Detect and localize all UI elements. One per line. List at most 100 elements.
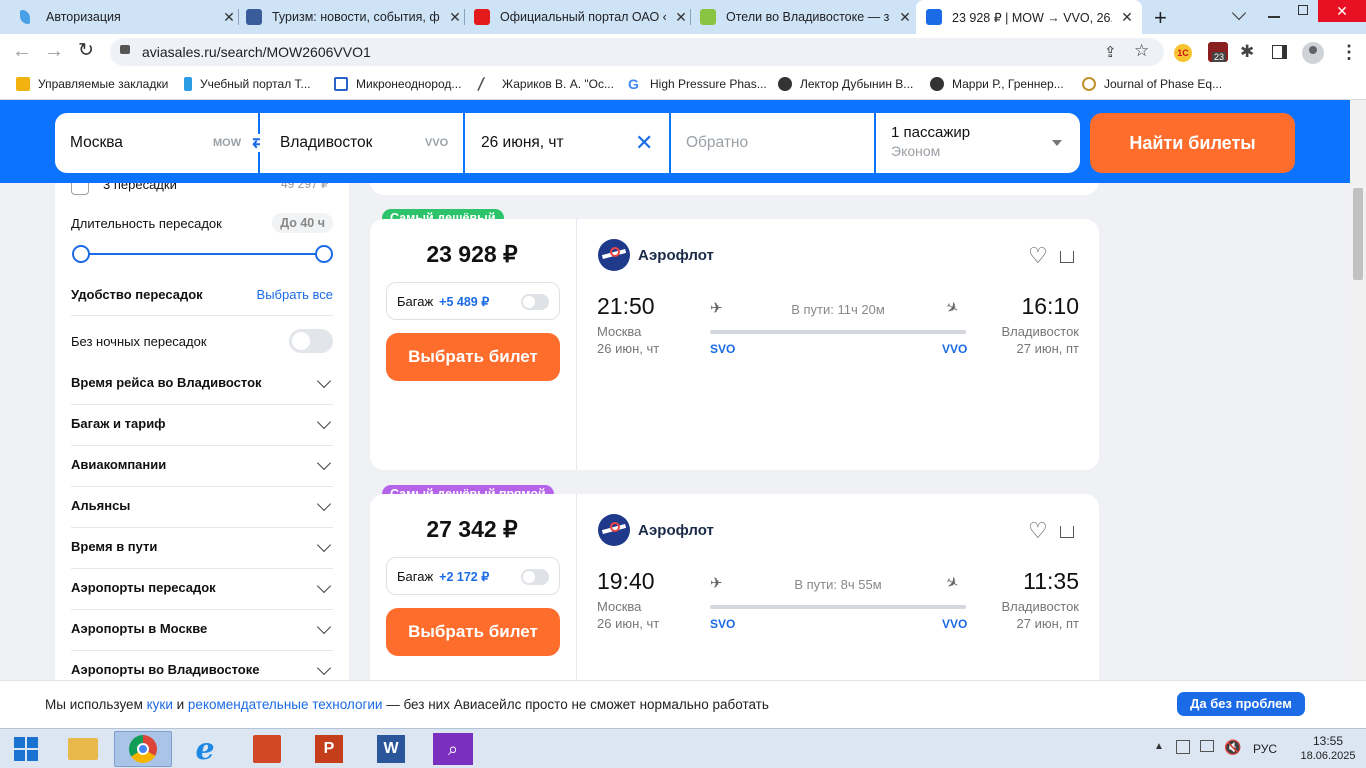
departure-date: 26 июн, чт xyxy=(597,341,660,356)
share-icon[interactable] xyxy=(1060,251,1074,263)
scrollbar-thumb[interactable] xyxy=(1353,188,1363,280)
transfer-comfort-header: Удобство пересадок Выбрать все xyxy=(71,287,333,302)
taskbar-internet-explorer[interactable]: e xyxy=(176,731,234,767)
share-icon[interactable] xyxy=(1060,526,1074,538)
favorite-heart-icon[interactable]: ♡ xyxy=(1028,518,1048,544)
tab-tourism-news[interactable]: Туризм: новости, события, фа ✕ xyxy=(246,0,464,34)
duration-value-badge: До 40 ч xyxy=(272,213,333,233)
address-bar[interactable]: aviasales.ru/search/MOW2606VVO1 ⇪ ☆ xyxy=(110,38,1164,66)
filter-section-airlines[interactable]: Авиакомпании xyxy=(71,455,333,472)
tray-expand-icon[interactable]: ▲ xyxy=(1154,741,1164,752)
tab-search-chevron-icon[interactable] xyxy=(1231,5,1247,21)
powerpoint-icon: P xyxy=(315,735,343,763)
taskbar-chrome[interactable] xyxy=(114,731,172,767)
select-all-link[interactable]: Выбрать все xyxy=(257,287,333,302)
passengers-field[interactable]: 1 пассажир Эконом xyxy=(876,113,1080,173)
tab-favicon-icon xyxy=(474,9,490,25)
departure-date-field[interactable]: 26 июня, чт ✕ xyxy=(465,113,669,173)
start-button[interactable] xyxy=(0,731,52,767)
taskbar-word[interactable]: W xyxy=(362,731,420,767)
close-window-icon[interactable]: ✕ xyxy=(1318,0,1366,22)
bookmark-microinhomogeneous[interactable]: Микронеоднород... xyxy=(334,77,461,91)
destination-field[interactable]: Владивосток VVO xyxy=(260,113,463,173)
no-night-toggle[interactable] xyxy=(289,329,333,353)
lock-icon[interactable] xyxy=(120,45,130,54)
divider xyxy=(71,568,333,569)
language-indicator[interactable]: РУС xyxy=(1253,742,1277,756)
bookmark-star-icon[interactable]: ☆ xyxy=(1134,41,1149,61)
select-ticket-button[interactable]: Выбрать билет xyxy=(386,333,560,381)
tab-close-icon[interactable]: ✕ xyxy=(896,9,914,26)
filter-section-travel-time[interactable]: Время в пути xyxy=(71,537,333,554)
bookmark-phase-eq[interactable]: Journal of Phase Eq... xyxy=(1082,77,1222,91)
url-text[interactable]: aviasales.ru/search/MOW2606VVO1 xyxy=(142,44,371,60)
ie-icon: e xyxy=(195,731,215,767)
bookmark-zharikov[interactable]: Жариков В. А. "Ос... xyxy=(476,77,614,91)
clear-date-icon[interactable]: ✕ xyxy=(635,130,653,156)
bookmark-dubynin[interactable]: Лектор Дубынин В... xyxy=(778,77,913,91)
ticket-card[interactable]: 23 928 ₽ Багаж +5 489 ₽ Выбрать билет Аэ… xyxy=(370,219,1099,470)
side-panel-icon[interactable] xyxy=(1272,45,1287,59)
profile-avatar[interactable] xyxy=(1302,42,1324,64)
back-arrow-icon[interactable]: ← xyxy=(12,40,32,63)
find-tickets-button[interactable]: Найти билеты xyxy=(1090,113,1295,173)
return-date-field[interactable]: Обратно xyxy=(671,113,874,173)
taskbar-app-red[interactable] xyxy=(238,731,296,767)
no-night-transfers-row[interactable]: Без ночных пересадок xyxy=(71,329,333,353)
duration-slider-min-handle[interactable] xyxy=(72,245,90,263)
taskbar-search-app[interactable]: ⌕ xyxy=(424,731,482,767)
select-ticket-button[interactable]: Выбрать билет xyxy=(386,608,560,656)
taskbar-file-explorer[interactable] xyxy=(54,731,112,767)
scrollbar[interactable] xyxy=(1350,100,1366,730)
filter-section-transfer-airports[interactable]: Аэропорты пересадок xyxy=(71,578,333,595)
duration-slider-max-handle[interactable] xyxy=(315,245,333,263)
clock-date[interactable]: 18.06.2025 xyxy=(1298,750,1358,762)
tray-volume-icon[interactable]: 🔇 xyxy=(1224,739,1241,756)
baggage-toggle[interactable] xyxy=(521,569,549,585)
extensions-puzzle-icon[interactable]: ✱ xyxy=(1240,42,1254,62)
filter-section-moscow-airports[interactable]: Аэропорты в Москве xyxy=(71,619,333,636)
bookmark-study-portal[interactable]: Учебный портал Т... xyxy=(184,77,311,91)
recommendation-tech-link[interactable]: рекомендательные технологии xyxy=(188,697,383,712)
bookmark-high-pressure[interactable]: G High Pressure Phas... xyxy=(628,77,767,91)
tab-aviasales-active[interactable]: 23 928 ₽ | MOW → VVO, 26.06 ✕ xyxy=(916,0,1142,34)
tab-hotels-vladivostok[interactable]: Отели во Владивостоке — за ✕ xyxy=(700,0,914,34)
origin-field[interactable]: Москва MOW xyxy=(55,113,258,173)
tray-network-icon[interactable] xyxy=(1176,740,1190,754)
taskbar-powerpoint[interactable]: P xyxy=(300,731,358,767)
airline: Аэрофлот xyxy=(598,514,714,546)
extension-badge: 23 xyxy=(1212,52,1227,62)
filter-section-baggage[interactable]: Багаж и тариф xyxy=(71,414,333,431)
bookmark-marri[interactable]: Марри Р., Греннер... xyxy=(930,77,1064,91)
favorite-heart-icon[interactable]: ♡ xyxy=(1028,243,1048,269)
minimize-icon[interactable] xyxy=(1268,16,1280,18)
share-page-icon[interactable]: ⇪ xyxy=(1104,43,1117,61)
filter-section-flight-time[interactable]: Время рейса во Владивосток xyxy=(71,373,333,390)
tab-rzd-portal[interactable]: Официальный портал ОАО « ✕ xyxy=(474,0,690,34)
tab-authorization[interactable]: Авторизация ✕ xyxy=(12,0,238,34)
clock-time[interactable]: 13:55 xyxy=(1300,734,1356,748)
duration-slider-track[interactable] xyxy=(81,253,323,255)
restore-window-icon[interactable] xyxy=(1298,5,1308,15)
tab-close-icon[interactable]: ✕ xyxy=(1118,9,1136,26)
extension-1c-icon[interactable]: 1C xyxy=(1174,44,1192,62)
tab-close-icon[interactable]: ✕ xyxy=(220,9,238,26)
accept-cookies-button[interactable]: Да без проблем xyxy=(1177,692,1305,716)
baggage-option[interactable]: Багаж +2 172 ₽ xyxy=(386,557,560,595)
filter-section-vladivostok-airports[interactable]: Аэропорты во Владивостоке xyxy=(71,660,333,677)
bookmark-managed[interactable]: Управляемые закладки xyxy=(16,77,168,91)
tab-close-icon[interactable]: ✕ xyxy=(672,9,690,26)
search-form: Москва MOW ⇄ Владивосток VVO 26 июня, чт… xyxy=(0,100,1366,183)
browser-menu-icon[interactable]: ⋮ xyxy=(1340,42,1358,63)
forward-arrow-icon[interactable]: → xyxy=(44,40,64,63)
new-tab-button[interactable]: + xyxy=(1154,5,1167,31)
tray-monitor-icon[interactable] xyxy=(1200,740,1214,752)
cookies-link[interactable]: куки xyxy=(147,697,173,712)
filter-section-alliances[interactable]: Альянсы xyxy=(71,496,333,513)
reload-icon[interactable]: ↻ xyxy=(78,39,94,62)
tab-close-icon[interactable]: ✕ xyxy=(446,9,464,26)
extension-red-icon[interactable]: 23 xyxy=(1208,42,1228,62)
tab-favicon-icon xyxy=(700,9,716,25)
baggage-toggle[interactable] xyxy=(521,294,549,310)
baggage-option[interactable]: Багаж +5 489 ₽ xyxy=(386,282,560,320)
